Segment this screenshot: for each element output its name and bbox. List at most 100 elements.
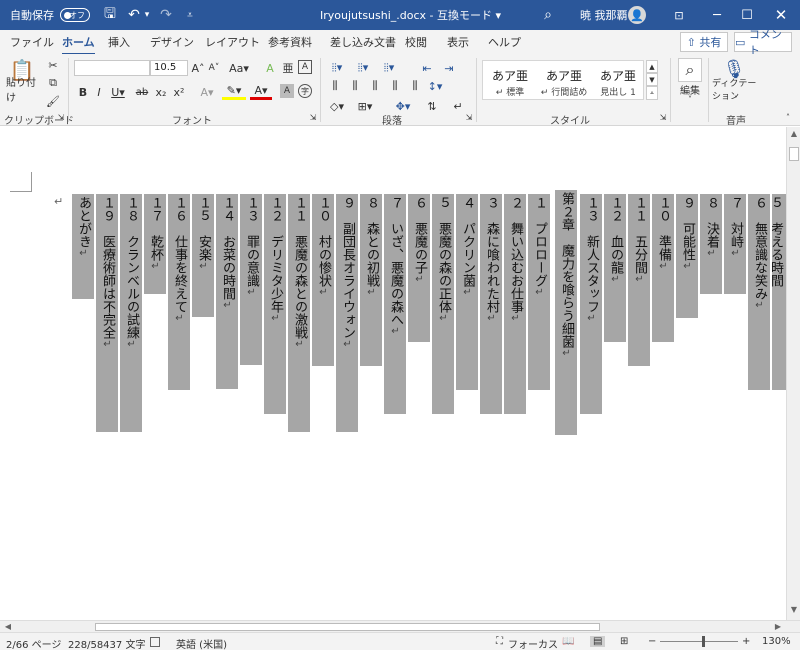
tab-home[interactable]: ホーム (62, 34, 95, 55)
toc-line[interactable]: ８ 決着↵ (700, 194, 722, 294)
comment-button[interactable]: ▭ コメント (734, 28, 792, 57)
font-size-combo[interactable]: 10.5 (150, 60, 188, 76)
chapter-heading[interactable]: 第２章 魔力を喰らう細菌↵ (555, 190, 577, 435)
font-launcher-icon[interactable]: ⇲ (308, 112, 318, 122)
chevron-down-icon[interactable]: ˅ (724, 94, 748, 104)
toc-line[interactable]: １２ 血の龍↵ (604, 194, 626, 342)
scroll-thumb[interactable] (789, 147, 799, 161)
toc-line[interactable]: ５ 悪魔の森の正体↵ (432, 194, 454, 414)
bold-icon[interactable]: B (76, 84, 90, 100)
undo-icon[interactable]: ↶ (124, 0, 144, 30)
scroll-up-icon[interactable]: ▲ (787, 129, 800, 141)
tab-view[interactable]: 表示 (447, 34, 469, 50)
shading-icon[interactable]: ◇▾ (326, 98, 348, 114)
highlight-icon[interactable]: ✎▾ (222, 84, 246, 100)
cut-icon[interactable]: ✂ (46, 58, 60, 72)
toc-line[interactable]: １３ 罪の意識↵ (240, 194, 262, 365)
proofing-icon[interactable] (150, 637, 160, 647)
superscript-icon[interactable]: x² (172, 84, 186, 100)
horizontal-scrollbar[interactable]: ◀ ▶ (0, 620, 800, 632)
copy-icon[interactable]: ⧉ (46, 76, 60, 90)
vertical-scrollbar[interactable]: ▲ ▼ (786, 127, 800, 620)
tab-help[interactable]: ヘルプ (488, 34, 521, 50)
styles-scroll-down-icon[interactable]: ▼ (646, 73, 658, 86)
toc-line[interactable]: １７ 乾杯↵ (144, 194, 166, 294)
zoom-slider-track[interactable] (660, 641, 738, 642)
zoom-out-icon[interactable]: − (648, 636, 656, 647)
tab-review[interactable]: 校閲 (405, 34, 427, 50)
zoom-level[interactable]: 130% (762, 636, 791, 647)
toc-line[interactable]: ９ 可能性↵ (676, 194, 698, 318)
format-painter-icon[interactable]: 🖌 (46, 94, 60, 108)
justify-icon[interactable]: ⫼ (386, 78, 404, 94)
phonetic-guide-icon[interactable]: 亜 (280, 60, 296, 76)
zoom-in-icon[interactable]: + (742, 636, 750, 647)
collapse-ribbon-icon[interactable]: ˄ (782, 112, 794, 122)
avatar[interactable]: 👤 (628, 6, 646, 24)
enclose-characters-icon[interactable]: 字 (298, 84, 312, 98)
toc-line[interactable]: １１ 悪魔の森との激戦↵ (288, 194, 310, 432)
toc-line[interactable]: １ プロローグ↵ (528, 194, 550, 390)
character-shading-icon[interactable]: A (280, 84, 294, 98)
bullets-icon[interactable]: ⦙⦙▾ (326, 60, 348, 76)
paste-button[interactable]: 貼り付け (6, 78, 44, 104)
font-name-combo[interactable] (74, 60, 150, 76)
word-count[interactable]: 228/58437 文字 (68, 636, 145, 650)
scroll-down-icon[interactable]: ▼ (787, 605, 800, 617)
chevron-down-icon[interactable]: ˅ (676, 94, 704, 104)
document-title[interactable]: Iryoujutsushi_.docx - 互換モード ▾ (320, 0, 501, 30)
scroll-thumb[interactable] (95, 623, 600, 631)
toc-line[interactable]: １６ 仕事を終えて↵ (168, 194, 190, 390)
customize-qat-icon[interactable]: ⩡ (180, 0, 200, 30)
share-button[interactable]: ⇧ 共有 (680, 32, 728, 52)
tab-design[interactable]: デザイン (150, 34, 194, 50)
save-icon[interactable]: 🖫 (100, 0, 120, 30)
align-center-icon[interactable]: ⫼ (346, 78, 364, 94)
page-count[interactable]: 2/66 ページ (6, 636, 61, 650)
strikethrough-icon[interactable]: ab (134, 84, 150, 100)
style-heading-1[interactable]: あア亜 見出し 1 (591, 61, 645, 101)
styles-scroll-up-icon[interactable]: ▲ (646, 60, 658, 73)
grow-font-icon[interactable]: A˄ (190, 60, 206, 76)
paragraph-launcher-icon[interactable]: ⇲ (464, 112, 474, 122)
toc-line[interactable]: ４ パクリン菌↵ (456, 194, 478, 390)
toc-line[interactable]: ５ 考える時間 (772, 194, 786, 390)
user-name[interactable]: 暁 我那覇 (580, 0, 628, 30)
undo-dropdown-icon[interactable]: ▾ (142, 0, 152, 30)
toc-line[interactable]: １０ 村の惨状↵ (312, 194, 334, 366)
font-color-icon[interactable]: A▾ (250, 84, 272, 100)
web-layout-icon[interactable]: ⊞ (620, 636, 628, 647)
toc-line[interactable]: ９ 副団長オライウォン↵ (336, 194, 358, 432)
decrease-indent-icon[interactable]: ⇤ (418, 60, 436, 76)
tab-mailings[interactable]: 差し込み文書 (330, 34, 396, 50)
tab-layout[interactable]: レイアウト (205, 34, 260, 50)
numbering-icon[interactable]: ⦙⦙▾ (352, 60, 374, 76)
toc-line[interactable]: １１ 五分間↵ (628, 194, 650, 366)
toc-line[interactable]: ３ 森に喰われた村↵ (480, 194, 502, 414)
underline-icon[interactable]: U▾ (108, 84, 128, 100)
zoom-slider-thumb[interactable] (702, 636, 705, 647)
search-icon[interactable]: ⌕ (538, 0, 558, 30)
autosave-toggle[interactable]: オフ (60, 8, 90, 22)
toc-line[interactable]: ６ 無意識な笑み↵ (748, 194, 770, 390)
style-no-spacing[interactable]: あア亜 ↵ 行間詰め (537, 61, 591, 101)
toc-line[interactable]: １５ 安楽↵ (192, 194, 214, 317)
style-normal[interactable]: あア亜 ↵ 標準 (483, 61, 537, 101)
clear-formatting-icon[interactable]: A (262, 60, 278, 76)
sort-icon[interactable]: ⇅ (424, 98, 440, 114)
italic-icon[interactable]: I (92, 84, 106, 100)
text-effects-icon[interactable]: A▾ (196, 84, 218, 100)
read-mode-icon[interactable]: 📖 (562, 636, 574, 647)
toc-line[interactable]: １９ 医療術師は不完全↵ (96, 194, 118, 432)
focus-icon[interactable]: ⛶ (496, 636, 503, 647)
change-case-icon[interactable]: Aa▾ (228, 60, 250, 76)
toc-line[interactable]: ２ 舞い込むお仕事↵ (504, 194, 526, 414)
find-icon[interactable]: ⌕ (678, 58, 702, 82)
styles-more-icon[interactable]: ⩡ (646, 86, 658, 100)
clipboard-launcher-icon[interactable]: ⇲ (56, 112, 66, 122)
focus-mode-button[interactable]: フォーカス (508, 636, 558, 650)
toc-line[interactable]: あとがき↵ (72, 194, 94, 299)
subscript-icon[interactable]: x₂ (154, 84, 168, 100)
toc-line[interactable]: ８ 森との初戦↵ (360, 194, 382, 366)
toc-line[interactable]: １０ 準備↵ (652, 194, 674, 342)
